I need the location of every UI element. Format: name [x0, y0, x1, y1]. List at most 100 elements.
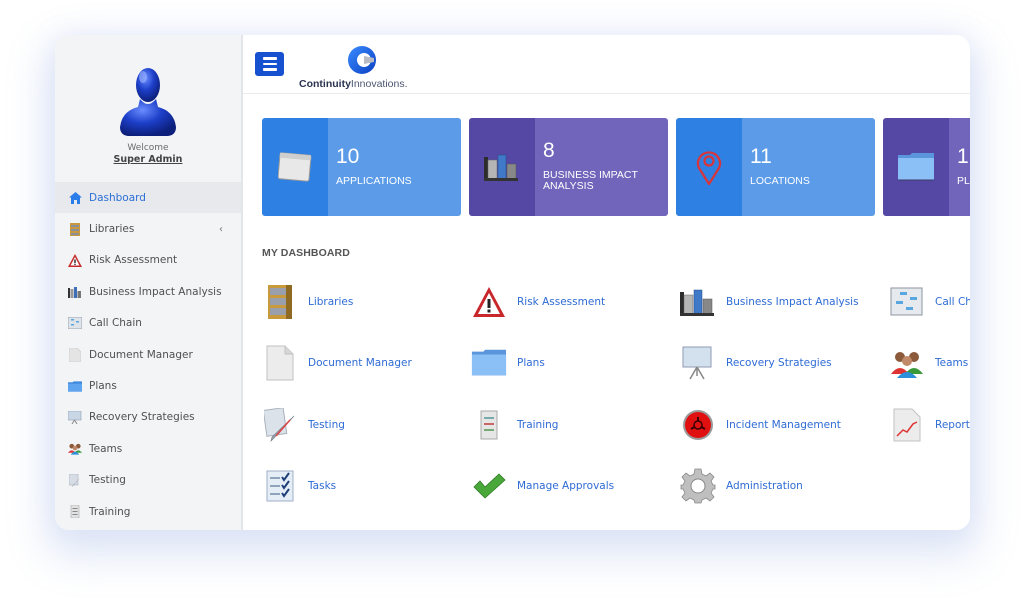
- tile-business-impact-analysis[interactable]: 8 BUSINESS IMPACT ANALYSIS: [469, 118, 668, 216]
- sidebar-item-label: Recovery Strategies: [89, 411, 195, 424]
- sidebar-item-plans[interactable]: Plans: [55, 370, 241, 401]
- sidebar-item-label: Business Impact Analysis: [89, 285, 222, 298]
- sidebar-item-libraries[interactable]: Libraries ‹: [55, 213, 241, 244]
- presentation-board-icon: [680, 345, 716, 381]
- dashboard-item-label: Testing: [308, 418, 345, 431]
- username-link[interactable]: Super Admin: [114, 154, 183, 165]
- application-window-icon: [262, 118, 328, 216]
- dashboard-item-testing[interactable]: Testing: [262, 405, 471, 445]
- bar-chart-icon: [680, 284, 716, 320]
- warning-triangle-icon: [68, 253, 82, 267]
- dashboard-item-label: Incident Management: [726, 418, 841, 431]
- dashboard-item-label: Tasks: [308, 479, 337, 492]
- dashboard-item-label: Risk Assessment: [517, 296, 606, 308]
- dashboard-item-label: Report: [935, 418, 970, 431]
- home-icon: [68, 191, 82, 205]
- sidebar-item-teams[interactable]: Teams: [55, 433, 241, 464]
- call-chain-icon: [889, 284, 925, 320]
- sidebar: Welcome Super Admin Dashboard Libraries …: [55, 35, 243, 530]
- section-title: MY DASHBOARD: [262, 247, 350, 259]
- tile-applications[interactable]: 10 APPLICATIONS: [262, 118, 461, 216]
- dashboard-item-label: Business Impact Analysis: [726, 296, 859, 308]
- dashboard-item-plans[interactable]: Plans: [471, 343, 680, 383]
- app-window: Welcome Super Admin Dashboard Libraries …: [55, 35, 970, 530]
- dashboard-item-manage-approvals[interactable]: Manage Approvals: [471, 466, 680, 506]
- company-logo[interactable]: ContinuityInnovations.: [299, 45, 429, 90]
- dashboard-item-label: Recovery Strategies: [726, 357, 832, 370]
- dashboard-item-teams[interactable]: Teams: [889, 343, 970, 383]
- map-pin-icon: [676, 118, 742, 216]
- tile-locations[interactable]: 11 LOCATIONS: [676, 118, 875, 216]
- testing-pencil-icon: [68, 473, 82, 487]
- tile-count: 11: [750, 145, 772, 168]
- dashboard-item-label: Libraries: [308, 296, 354, 308]
- folder-icon: [471, 345, 507, 381]
- menu-toggle-button[interactable]: [255, 52, 284, 76]
- dashboard-item-report[interactable]: Report: [889, 405, 970, 445]
- folder-icon: [883, 118, 949, 216]
- tile-count: 1: [957, 145, 969, 168]
- gear-icon: [680, 468, 716, 504]
- dashboard-item-label: Call Ch: [935, 296, 970, 308]
- dashboard-item-tasks[interactable]: Tasks: [262, 466, 471, 506]
- logo-mark-icon: [348, 46, 376, 74]
- dashboard-item-label: Administration: [726, 479, 803, 492]
- dashboard-item-libraries[interactable]: Libraries: [262, 282, 471, 322]
- sidebar-item-label: Dashboard: [89, 191, 146, 204]
- tile-count: 8: [543, 139, 555, 162]
- bookshelf-icon: [68, 222, 82, 236]
- menu-icon-bar: [262, 68, 277, 71]
- team-icon: [68, 442, 82, 456]
- main-content: ContinuityInnovations. 10 APPLICATIONS 8: [243, 35, 970, 530]
- dashboard-item-label: Manage Approvals: [517, 479, 615, 492]
- dashboard-item-risk-assessment[interactable]: Risk Assessment: [471, 282, 680, 322]
- tile-count: 10: [336, 145, 360, 168]
- warning-triangle-icon: [471, 284, 507, 320]
- presentation-board-icon: [68, 410, 82, 424]
- checkmark-icon: [471, 468, 507, 504]
- document-icon: [68, 347, 82, 362]
- dashboard-item-administration[interactable]: Administration: [680, 466, 889, 506]
- sidebar-item-document-manager[interactable]: Document Manager: [55, 339, 241, 370]
- dashboard-grid: Libraries Risk Assessment Business Impac…: [262, 282, 970, 527]
- dashboard-item-business-impact-analysis[interactable]: Business Impact Analysis: [680, 282, 889, 322]
- welcome-text: Welcome: [127, 143, 169, 153]
- testing-pencil-icon: [262, 407, 298, 443]
- training-list-icon: [471, 407, 507, 443]
- report-chart-icon: [889, 407, 925, 443]
- bar-chart-icon: [68, 285, 82, 299]
- sidebar-item-label: Teams: [89, 442, 123, 455]
- sidebar-item-label: Call Chain: [89, 317, 142, 330]
- dashboard-item-incident-management[interactable]: Incident Management: [680, 405, 889, 445]
- dashboard-item-label: Plans: [517, 357, 545, 370]
- sidebar-item-business-impact-analysis[interactable]: Business Impact Analysis: [55, 276, 241, 307]
- dashboard-item-label: Training: [517, 418, 559, 431]
- stat-tiles: 10 APPLICATIONS 8 BUSINESS IMPACT ANALYS…: [262, 118, 970, 216]
- sidebar-item-call-chain[interactable]: Call Chain: [55, 308, 241, 339]
- sidebar-item-testing[interactable]: Testing: [55, 465, 241, 496]
- bar-chart-icon: [469, 118, 535, 216]
- user-profile: Welcome Super Admin: [55, 35, 241, 182]
- logo-text: ContinuityInnovations.: [299, 78, 408, 90]
- sidebar-item-label: Document Manager: [89, 348, 193, 361]
- dashboard-item-call-chain[interactable]: Call Ch: [889, 282, 970, 322]
- team-icon: [889, 345, 925, 381]
- menu-icon-bar: [262, 62, 277, 66]
- sidebar-item-training[interactable]: Training: [55, 496, 241, 527]
- checklist-icon: [262, 468, 298, 504]
- chevron-left-icon[interactable]: ‹: [219, 224, 223, 235]
- menu-icon: [262, 57, 277, 60]
- sidebar-item-risk-assessment[interactable]: Risk Assessment: [55, 245, 241, 276]
- tile-plans[interactable]: 1 PL: [883, 118, 970, 216]
- sidebar-item-recovery-strategies[interactable]: Recovery Strategies: [55, 402, 241, 433]
- dashboard-item-document-manager[interactable]: Document Manager: [262, 343, 471, 383]
- sidebar-item-label: Training: [89, 505, 131, 518]
- dashboard-item-recovery-strategies[interactable]: Recovery Strategies: [680, 343, 889, 383]
- document-icon: [262, 345, 298, 381]
- sidebar-item-dashboard[interactable]: Dashboard: [55, 182, 241, 214]
- call-chain-icon: [68, 316, 82, 330]
- tile-label: PL: [957, 175, 970, 187]
- logo-text-light: Innovations.: [350, 78, 408, 90]
- logo-text-bold: Continuity: [299, 78, 351, 90]
- dashboard-item-training[interactable]: Training: [471, 405, 680, 445]
